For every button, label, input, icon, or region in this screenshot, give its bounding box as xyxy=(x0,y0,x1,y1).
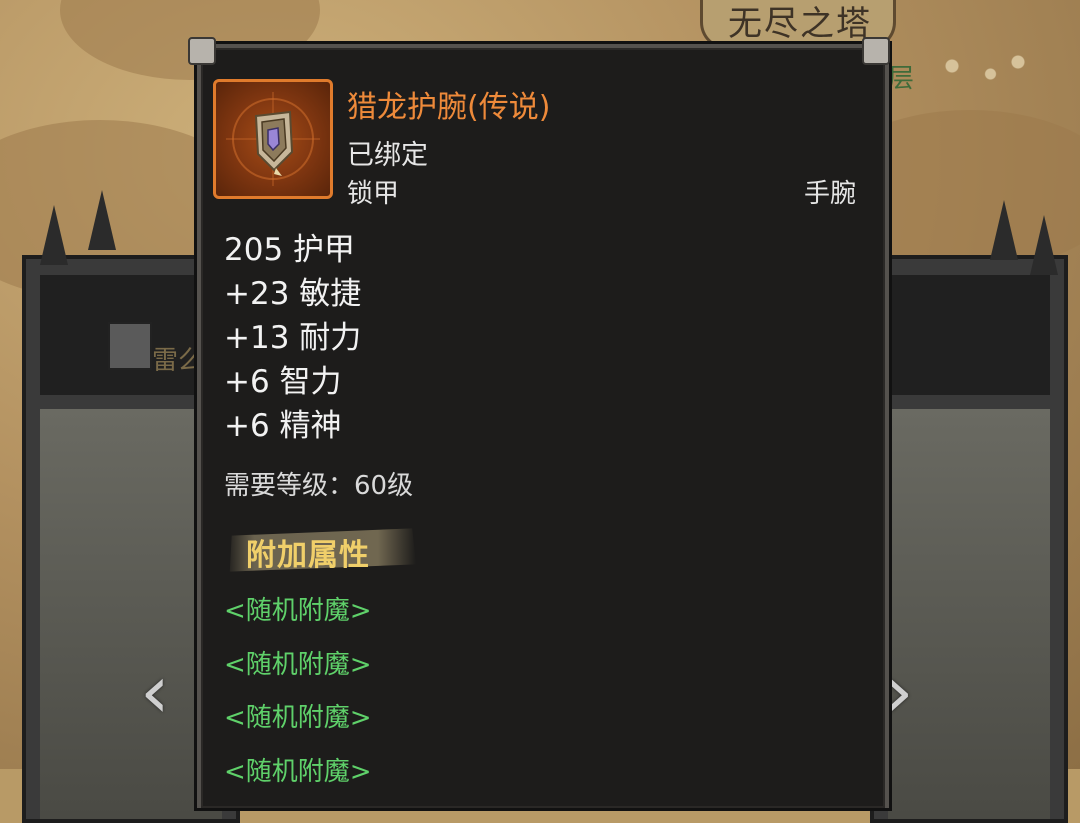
stat-spirit: +6 精神 xyxy=(224,408,342,444)
item-name: 猎龙护腕(传说) xyxy=(347,90,551,125)
stat-agility: +23 敏捷 xyxy=(224,276,362,312)
spike-decoration xyxy=(40,205,68,265)
bind-status: 已绑定 xyxy=(347,140,428,171)
spike-decoration xyxy=(1030,215,1058,275)
stat-stamina: +13 耐力 xyxy=(224,320,362,356)
enchant-list: <随机附魔> <随机附魔> <随机附魔> <随机附魔> xyxy=(224,585,372,799)
enchant-item: <随机附魔> xyxy=(224,596,372,626)
spike-decoration xyxy=(990,200,1018,260)
extra-attributes-title: 附加属性 xyxy=(246,538,370,573)
level-requirement: 需要等级：60级 xyxy=(224,471,414,501)
stat-list: 205 护甲 +23 敏捷 +13 耐力 +6 智力 +6 精神 xyxy=(224,228,361,448)
armor-type: 锁甲 xyxy=(347,179,400,209)
banner-icon xyxy=(108,322,152,370)
tooltip-corner xyxy=(188,37,216,65)
stat-intellect: +6 智力 xyxy=(224,364,342,400)
right-dungeon-panel[interactable] xyxy=(870,255,1068,823)
equip-slot: 手腕 xyxy=(803,179,856,209)
enchant-item: <随机附魔> xyxy=(224,649,372,680)
item-icon-frame[interactable] xyxy=(213,79,333,199)
tower-title: 无尽之塔 xyxy=(728,4,872,44)
enchant-item: <随机附魔> xyxy=(224,756,372,787)
stat-armor: 205 护甲 xyxy=(224,232,356,268)
previous-arrow-icon[interactable]: ‹ xyxy=(140,655,170,729)
floor-label: 层 xyxy=(888,64,915,94)
spike-decoration xyxy=(88,190,116,250)
tooltip-corner xyxy=(862,37,890,65)
enchant-item: <随机附魔> xyxy=(224,703,372,733)
rubble-decoration xyxy=(930,50,1040,90)
bracer-icon xyxy=(226,92,320,186)
